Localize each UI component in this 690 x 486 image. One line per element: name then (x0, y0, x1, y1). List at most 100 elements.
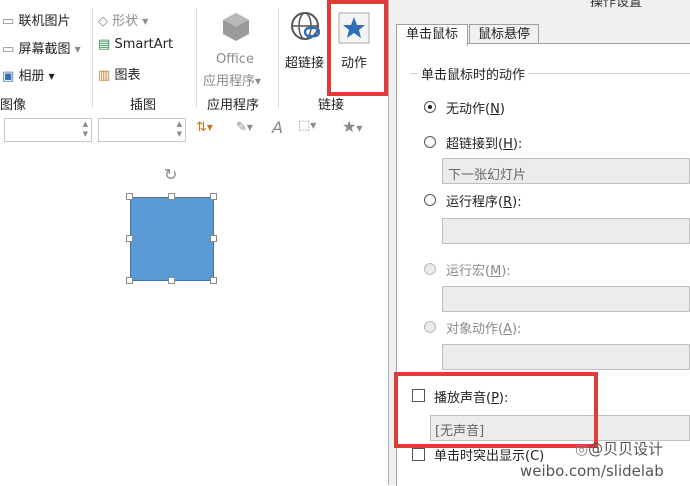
smartart-label: SmartArt (114, 37, 174, 52)
radio-hyperlink[interactable] (424, 136, 436, 148)
spin-down-icon: ▼ (82, 130, 88, 138)
run-macro-field[interactable] (442, 286, 690, 312)
run-program-field[interactable] (442, 218, 690, 244)
chevron-down-icon: ▾ (48, 69, 55, 83)
star-shape-button[interactable]: ★▾ (342, 117, 362, 136)
hyperlink-button[interactable]: 超链接 (283, 8, 329, 78)
office-apps-icon (223, 13, 249, 41)
run-macro-hotkey: M (490, 264, 502, 279)
chevron-down-icon: ▾ (310, 118, 317, 132)
resize-handle[interactable] (210, 193, 217, 200)
section-title: 单击鼠标时的动作 (418, 64, 529, 83)
online-pictures-button[interactable]: ▭ 联机图片 (2, 10, 70, 29)
chevron-down-icon: ▾ (255, 74, 262, 88)
spin-up-icon: ▲ (82, 120, 88, 128)
smartart-button[interactable]: ▤ SmartArt (98, 37, 173, 52)
chevron-down-icon: ▾ (74, 42, 81, 56)
object-action-hotkey: A (503, 322, 512, 337)
no-action-text: 无动作( (446, 102, 491, 117)
office-apps-label-text: 应用程序 (203, 74, 256, 89)
office-apps-button[interactable]: Office 应用程序▾ (200, 8, 272, 89)
radio-run-program[interactable] (424, 194, 436, 206)
format-toolbar: ▲ ▼ ▲ ▼ ⇅▾ ✎▾ A ⬚▾ ★▾ (0, 112, 385, 148)
hyperlink-option-text: 超链接到( (446, 137, 504, 152)
width-spinner[interactable]: ▲ ▼ (98, 118, 186, 142)
run-macro-tail: ): (501, 264, 511, 279)
star-icon: ★ (342, 117, 357, 136)
resize-handle[interactable] (126, 277, 133, 284)
text-effect-icon: A (272, 118, 283, 137)
album-button[interactable]: ▣ 相册 ▾ (2, 65, 55, 84)
radio-no-action[interactable] (424, 101, 436, 113)
object-action-field[interactable] (442, 344, 690, 370)
images-group-label: 图像 (0, 98, 27, 113)
shapes-label: 形状 (112, 14, 139, 29)
hyperlink-option-tail: ): (512, 137, 523, 152)
resize-handle[interactable] (126, 235, 133, 242)
action-highlight-box (327, 0, 388, 96)
chart-label: 图表 (114, 68, 141, 83)
group-divider (92, 8, 93, 108)
office-apps-label-line2: 应用程序▾ (203, 70, 261, 89)
tab-mouse-click-label: 单击鼠标 (405, 27, 458, 42)
arrange-icon: ⇅ (196, 120, 207, 135)
radio-selected-dot (428, 105, 432, 109)
hyperlink-option-hotkey: H (503, 137, 513, 152)
shapes-button[interactable]: ◇ 形状 ▾ (98, 10, 148, 29)
height-spinner[interactable]: ▲ ▼ (4, 118, 92, 142)
resize-handle[interactable] (210, 235, 217, 242)
blue-rectangle-shape[interactable] (130, 197, 214, 281)
run-program-text: 运行程序( (446, 195, 504, 210)
apps-group-label: 应用程序 (207, 98, 260, 113)
bar-chart-icon: ▥ (98, 68, 111, 83)
album-label: 相册 (18, 69, 45, 84)
resize-handle[interactable] (168, 277, 175, 284)
select-pane-button[interactable]: ⬚▾ (298, 118, 316, 133)
group-divider (196, 8, 197, 108)
chevron-down-icon: ▾ (356, 121, 363, 135)
screenshot-icon: ▭ (2, 42, 15, 57)
object-action-tail: ): (511, 322, 522, 337)
format-painter-button[interactable]: ✎▾ (236, 120, 253, 135)
selection-icon: ⬚ (298, 118, 311, 133)
resize-handle[interactable] (210, 277, 217, 284)
weibo-logo-icon: ◎ (575, 440, 589, 458)
resize-handle[interactable] (126, 193, 133, 200)
highlight-click-checkbox[interactable] (412, 448, 425, 461)
hyperlink-target-select[interactable]: 下一张幻灯片 (442, 158, 690, 184)
tab-mouse-over[interactable]: 鼠标悬停 (469, 24, 539, 45)
shapes-icon: ◇ (98, 14, 108, 29)
run-program-label: 运行程序(R): (446, 191, 522, 210)
links-group-label: 链接 (318, 98, 345, 113)
online-pictures-label: 联机图片 (18, 14, 71, 29)
radio-run-macro[interactable] (424, 263, 436, 275)
radio-object-action[interactable] (424, 321, 436, 333)
run-program-tail: ): (512, 195, 522, 210)
resize-handle[interactable] (168, 193, 175, 200)
spin-up-icon: ▲ (176, 120, 182, 128)
chevron-down-icon: ▾ (246, 120, 253, 134)
album-icon: ▣ (2, 69, 15, 84)
tab-mouse-click[interactable]: 单击鼠标 (396, 24, 468, 46)
screenshot-button[interactable]: ▭ 屏幕截图 ▾ (2, 38, 81, 57)
smartart-icon: ▤ (98, 37, 111, 52)
group-divider (278, 8, 279, 108)
globe-link-icon (291, 12, 321, 40)
hyperlink-label: 超链接 (285, 56, 325, 71)
object-action-label: 对象动作(A): (446, 318, 521, 337)
run-macro-text: 运行宏( (446, 264, 491, 279)
chart-button[interactable]: ▥ 图表 (98, 64, 140, 83)
object-action-text: 对象动作( (446, 322, 504, 337)
hyperlink-option-label: 超链接到(H): (446, 133, 522, 152)
run-program-hotkey: R (503, 195, 513, 210)
text-effect-button[interactable]: A (272, 118, 283, 137)
globe-picture-icon: ▭ (2, 14, 15, 29)
dialog-title: 操作设置 (590, 0, 643, 10)
arrange-button[interactable]: ⇅▾ (196, 120, 213, 135)
screenshot-label: 屏幕截图 (18, 42, 71, 57)
format-painter-icon: ✎ (236, 120, 247, 135)
tab-mouse-over-label: 鼠标悬停 (477, 27, 530, 42)
rotate-handle-icon[interactable]: ↻ (164, 165, 177, 184)
hyperlink-target-value: 下一张幻灯片 (448, 168, 527, 183)
chevron-down-icon: ▾ (142, 14, 149, 28)
